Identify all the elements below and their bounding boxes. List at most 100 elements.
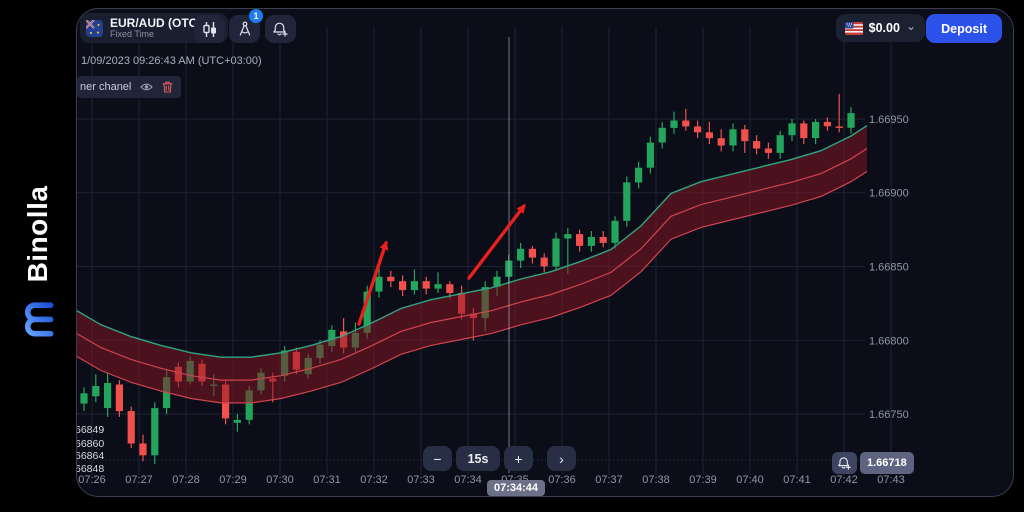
candle-body [564, 234, 571, 238]
candle-body [682, 121, 689, 127]
alert-bell-chip[interactable] [832, 452, 857, 474]
candle-body [541, 258, 548, 267]
time-axis-label: 07:41 [783, 474, 811, 486]
time-axis-label: 07:33 [407, 474, 435, 486]
us-flag-icon [845, 22, 863, 35]
candle-body [423, 281, 430, 288]
candle-body [718, 138, 725, 145]
indicator-chip: ner chanel [77, 76, 181, 98]
candle-body [552, 239, 559, 267]
alerts-badge: 1 [249, 9, 263, 23]
candle-body [741, 129, 748, 141]
trash-icon[interactable] [162, 81, 173, 93]
candle-body [788, 123, 795, 135]
price-axis-label: 1.66850 [869, 262, 909, 274]
left-price-tag: 66864 [77, 450, 104, 462]
binolla-logo-icon [22, 300, 54, 338]
app: Binolla 1.669501.669001.668501.668001.66… [0, 0, 1024, 512]
asset-mode: Fixed Time [110, 30, 201, 39]
candle-body [611, 221, 618, 243]
candle-body [434, 284, 441, 288]
eye-icon[interactable] [140, 82, 153, 92]
candle-body [836, 126, 843, 128]
trend-arrow-annotation [469, 206, 524, 278]
bell-plus-icon [837, 456, 852, 470]
candle-body [694, 126, 701, 132]
topbar: EUR/AUD (OTC) Fixed Time ⌄ [77, 9, 1013, 51]
candle-body [635, 168, 642, 183]
time-axis-label: 07:28 [172, 474, 200, 486]
time-axis-label: 07:39 [689, 474, 717, 486]
candle-body [777, 135, 784, 153]
candlestick-icon [202, 21, 218, 38]
pair-flag-icon [86, 20, 103, 37]
balance-chevron-down-icon: ⌄ [906, 22, 916, 30]
brand-rail: Binolla [0, 0, 76, 512]
interval-minus-button[interactable]: − [423, 446, 452, 471]
time-axis-label: 07:30 [266, 474, 294, 486]
candle-body [729, 129, 736, 145]
balance-selector[interactable]: $0.00 ⌄ [836, 14, 925, 42]
candle-body [234, 420, 241, 423]
candle-body [847, 113, 854, 128]
chart-canvas[interactable]: 1.669501.669001.668501.668001.6675007:26… [77, 9, 1014, 497]
chart-type-button[interactable] [194, 15, 225, 43]
left-price-tag: 66848 [77, 463, 104, 475]
price-axis-label: 1.66800 [869, 335, 909, 347]
candle-body [151, 408, 158, 455]
time-axis-label: 07:40 [736, 474, 764, 486]
candle-body [387, 277, 394, 281]
candle-body [706, 132, 713, 138]
time-axis-label: 07:32 [360, 474, 388, 486]
interval-toolbar: − 15s + › [423, 446, 576, 471]
grid [77, 27, 891, 475]
time-axis-label: 07:34 [454, 474, 482, 486]
candle-body [647, 143, 654, 168]
balance-amount: $0.00 [869, 21, 900, 35]
time-axis-label: 07:29 [219, 474, 247, 486]
time-axis-label: 07:26 [78, 474, 106, 486]
candle-body [623, 182, 630, 220]
time-axis-label: 07:43 [877, 474, 905, 486]
candle-body [92, 386, 99, 396]
candle-body [659, 128, 666, 143]
time-axis-label: 07:36 [548, 474, 576, 486]
candle-body [588, 237, 595, 246]
candle-body [80, 393, 87, 403]
channel-band-fill [77, 126, 867, 403]
alert-add-button[interactable] [265, 15, 296, 43]
candle-body [529, 249, 536, 258]
candle-body [399, 281, 406, 290]
time-axis-label: 07:38 [642, 474, 670, 486]
interval-plus-button[interactable]: + [504, 446, 533, 471]
time-axis-label: 07:42 [830, 474, 858, 486]
deposit-button[interactable]: Deposit [926, 14, 1002, 43]
candle-body [128, 411, 135, 443]
candle-body [753, 141, 760, 148]
candle-body [375, 277, 382, 292]
time-axis-label: 07:37 [595, 474, 623, 486]
brand-name: Binolla [22, 186, 54, 283]
scroll-right-button[interactable]: › [547, 446, 576, 471]
time-axis-label: 07:27 [125, 474, 153, 486]
asset-name: EUR/AUD (OTC) [110, 17, 201, 30]
left-price-tag: 66849 [77, 424, 104, 436]
interval-value[interactable]: 15s [456, 446, 500, 471]
candle-body [517, 249, 524, 261]
time-axis-label: 07:31 [313, 474, 341, 486]
candle-body [139, 444, 146, 456]
price-axis-label: 1.66900 [869, 188, 909, 200]
candle-body [765, 149, 772, 153]
left-price-tags: 66849668606686466848 [77, 424, 104, 475]
indicator-label: ner chanel [80, 81, 131, 93]
candle-body [824, 122, 831, 126]
candle-body [600, 237, 607, 243]
candle-body [411, 281, 418, 290]
crosshair-time-tooltip: 07:34:44 [487, 480, 545, 496]
candle-body [116, 385, 123, 412]
chart-timestamp: 1/09/2023 09:26:43 AM (UTC+03:00) [81, 55, 262, 67]
candle-body [446, 284, 453, 293]
price-axis-label: 1.66750 [869, 409, 909, 421]
bell-plus-icon [272, 21, 289, 37]
candle-body [812, 122, 819, 138]
